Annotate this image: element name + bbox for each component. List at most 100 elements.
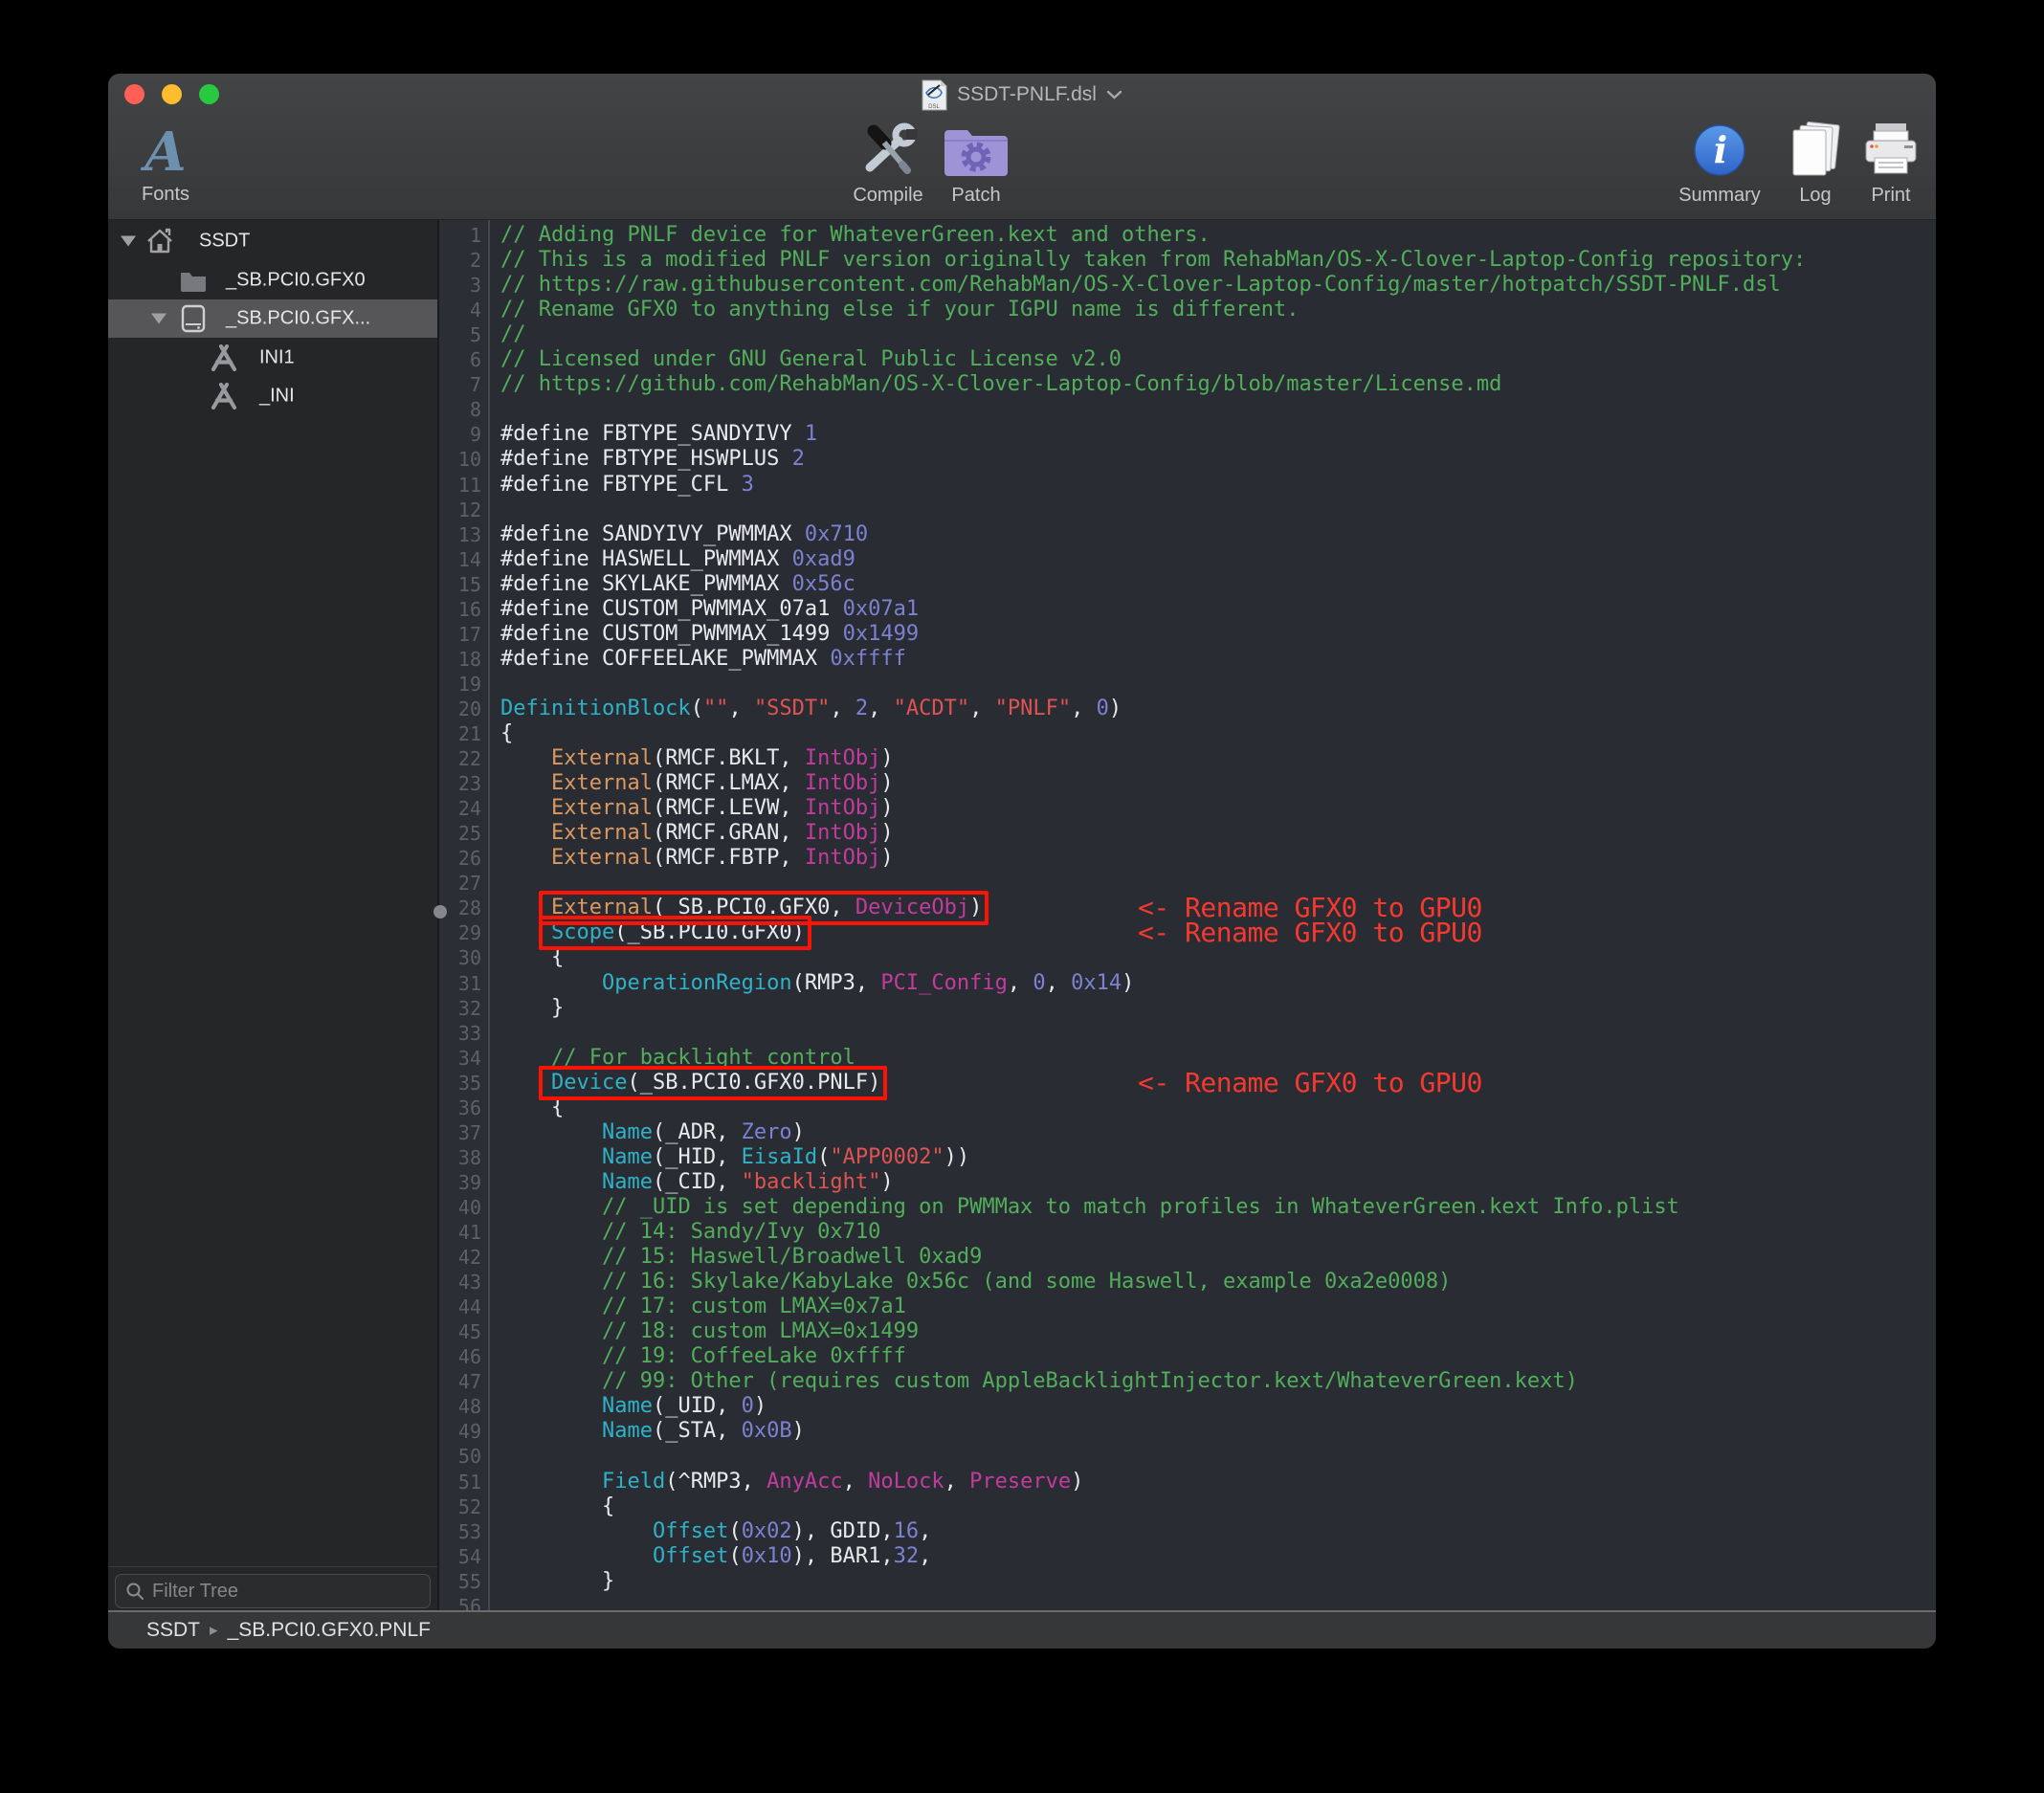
code-line-12[interactable]: 12	[439, 498, 1936, 523]
code-line-1[interactable]: 1// Adding PNLF device for WhateverGreen…	[439, 223, 1936, 249]
compile-label: Compile	[853, 185, 922, 207]
code-line-15[interactable]: 15#define SKYLAKE_PWMMAX 0x56c	[439, 572, 1936, 598]
sidebar-item--sb-pci0-gfx0[interactable]: _SB.PCI0.GFX0	[108, 261, 437, 299]
sidebar-item--sb-pci0-gfx-[interactable]: _SB.PCI0.GFX...	[108, 299, 437, 338]
fonts-button[interactable]: A Fonts	[127, 124, 204, 206]
code-line-53[interactable]: 53 Offset(0x02), GDID,16,	[439, 1519, 1936, 1545]
code-text: // 17: custom LMAX=0x7a1	[500, 1295, 906, 1319]
code-line-49[interactable]: 49 Name(_STA, 0x0B)	[439, 1419, 1936, 1445]
rename-annotation-line-35: <- Rename GFX0 to GPU0	[1138, 1070, 1482, 1096]
code-line-48[interactable]: 48 Name(_UID, 0)	[439, 1394, 1936, 1420]
code-line-55[interactable]: 55 }	[439, 1569, 1936, 1595]
code-text: #define FBTYPE_HSWPLUS 2	[500, 447, 805, 472]
code-line-6[interactable]: 6// Licensed under GNU General Public Li…	[439, 347, 1936, 373]
code-line-20[interactable]: 20DefinitionBlock("", "SSDT", 2, "ACDT",…	[439, 697, 1936, 722]
code-line-31[interactable]: 31 OperationRegion(RMP3, PCI_Config, 0, …	[439, 971, 1936, 997]
code-editor[interactable]: 1// Adding PNLF device for WhateverGreen…	[439, 220, 1936, 1610]
code-line-13[interactable]: 13#define SANDYIVY_PWMMAX 0x710	[439, 522, 1936, 548]
code-text: #define FBTYPE_CFL 3	[500, 473, 754, 498]
code-line-51[interactable]: 51 Field(^RMP3, AnyAcc, NoLock, Preserve…	[439, 1470, 1936, 1495]
code-line-45[interactable]: 45 // 18: custom LMAX=0x1499	[439, 1319, 1936, 1345]
tree-item-label: _SB.PCI0.GFX...	[226, 308, 370, 330]
window-title: SSDT-PNLF.dsl	[957, 83, 1097, 106]
line-number: 2	[439, 248, 481, 273]
code-line-23[interactable]: 23 External(RMCF.LMAX, IntObj)	[439, 771, 1936, 797]
code-line-33[interactable]: 33	[439, 1021, 1936, 1047]
filter-tree-input[interactable]: Filter Tree	[115, 1574, 431, 1608]
line-number: 45	[439, 1319, 481, 1344]
line-number: 26	[439, 846, 481, 871]
code-text: #define SKYLAKE_PWMMAX 0x56c	[500, 572, 855, 597]
breadcrumb-root[interactable]: SSDT	[146, 1619, 200, 1642]
log-label: Log	[1799, 185, 1831, 207]
code-text: OperationRegion(RMP3, PCI_Config, 0, 0x1…	[500, 971, 1134, 996]
sidebar-item-ini1[interactable]: INI1	[108, 339, 437, 377]
summary-button[interactable]: i Summary	[1672, 120, 1767, 207]
code-line-14[interactable]: 14#define HASWELL_PWMMAX 0xad9	[439, 547, 1936, 573]
line-number: 53	[439, 1519, 481, 1544]
code-line-2[interactable]: 2// This is a modified PNLF version orig…	[439, 248, 1936, 274]
code-line-54[interactable]: 54 Offset(0x10), BAR1,32,	[439, 1544, 1936, 1570]
code-line-21[interactable]: 21{	[439, 721, 1936, 747]
line-number: 43	[439, 1270, 481, 1295]
code-line-8[interactable]: 8	[439, 397, 1936, 423]
compile-button[interactable]: Compile	[850, 120, 926, 207]
line-number: 27	[439, 871, 481, 896]
code-line-32[interactable]: 32 }	[439, 996, 1936, 1022]
code-line-44[interactable]: 44 // 17: custom LMAX=0x7a1	[439, 1295, 1936, 1320]
disclosure-triangle-icon[interactable]	[121, 236, 136, 247]
code-line-52[interactable]: 52 {	[439, 1494, 1936, 1520]
code-line-10[interactable]: 10#define FBTYPE_HSWPLUS 2	[439, 447, 1936, 473]
code-line-37[interactable]: 37 Name(_ADR, Zero)	[439, 1120, 1936, 1146]
line-number: 9	[439, 422, 481, 447]
code-line-7[interactable]: 7// https://github.com/RehabMan/OS-X-Clo…	[439, 372, 1936, 398]
code-line-41[interactable]: 41 // 14: Sandy/Ivy 0x710	[439, 1220, 1936, 1246]
code-line-19[interactable]: 19	[439, 672, 1936, 697]
code-line-42[interactable]: 42 // 15: Haswell/Broadwell 0xad9	[439, 1245, 1936, 1271]
code-line-3[interactable]: 3// https://raw.githubusercontent.com/Re…	[439, 273, 1936, 299]
code-line-9[interactable]: 9 #define FBTYPE_SANDYIVY 1	[439, 422, 1936, 448]
line-number: 12	[439, 498, 481, 522]
code-line-18[interactable]: 18#define COFFEELAKE_PWMMAX 0xffff	[439, 647, 1936, 673]
code-text: External(RMCF.LMAX, IntObj)	[500, 771, 894, 796]
log-button[interactable]: Log	[1777, 120, 1854, 207]
code-line-25[interactable]: 25 External(RMCF.GRAN, IntObj)	[439, 821, 1936, 847]
line-number: 41	[439, 1220, 481, 1245]
content-area: SSDT_SB.PCI0.GFX0 _SB.PCI0.GFX... INI1_INI…	[108, 220, 1936, 1610]
code-text: // https://github.com/RehabMan/OS-X-Clov…	[500, 372, 1501, 397]
patch-button[interactable]: Patch	[938, 120, 1014, 207]
code-line-56[interactable]: 56	[439, 1594, 1936, 1610]
code-line-11[interactable]: 11#define FBTYPE_CFL 3	[439, 473, 1936, 498]
code-line-46[interactable]: 46 // 19: CoffeeLake 0xffff	[439, 1344, 1936, 1370]
code-line-17[interactable]: 17#define CUSTOM_PWMMAX_1499 0x1499	[439, 622, 1936, 648]
code-line-47[interactable]: 47 // 99: Other (requires custom AppleBa…	[439, 1369, 1936, 1395]
code-text: // 14: Sandy/Ivy 0x710	[500, 1220, 880, 1245]
code-line-26[interactable]: 26 External(RMCF.FBTP, IntObj)	[439, 846, 1936, 872]
code-text: // 15: Haswell/Broadwell 0xad9	[500, 1245, 982, 1270]
code-line-24[interactable]: 24 External(RMCF.LEVW, IntObj)	[439, 796, 1936, 822]
code-line-5[interactable]: 5//	[439, 322, 1936, 348]
code-line-22[interactable]: 22 External(RMCF.BKLT, IntObj)	[439, 746, 1936, 772]
breadcrumb-separator-icon: ▸	[210, 1621, 218, 1640]
breadcrumb-leaf[interactable]: _SB.PCI0.GFX0.PNLF	[228, 1619, 431, 1642]
code-line-38[interactable]: 38 Name(_HID, EisaId("APP0002"))	[439, 1145, 1936, 1171]
sidebar-item--ini[interactable]: _INI	[108, 377, 437, 415]
code-line-43[interactable]: 43 // 16: Skylake/KabyLake 0x56c (and so…	[439, 1270, 1936, 1295]
disclosure-triangle-icon[interactable]	[151, 314, 167, 324]
code-line-16[interactable]: 16#define CUSTOM_PWMMAX_07a1 0x07a1	[439, 597, 1936, 623]
code-text: External(RMCF.FBTP, IntObj)	[500, 846, 894, 871]
sidebar-item-ssdt[interactable]: SSDT	[108, 222, 437, 260]
line-number: 31	[439, 971, 481, 996]
code-line-39[interactable]: 39 Name(_CID, "backlight")	[439, 1170, 1936, 1196]
code-text: #define FBTYPE_SANDYIVY 1	[500, 422, 817, 447]
document-proxy-icon[interactable]: DSL	[922, 79, 947, 111]
summary-info-icon: i	[1693, 120, 1746, 181]
line-number: 34	[439, 1046, 481, 1071]
code-line-4[interactable]: 4// Rename GFX0 to anything else if your…	[439, 298, 1936, 323]
chevron-down-icon[interactable]	[1106, 90, 1122, 100]
code-line-50[interactable]: 50	[439, 1444, 1936, 1470]
print-button[interactable]: Print	[1853, 120, 1929, 207]
line-number: 17	[439, 622, 481, 647]
code-line-40[interactable]: 40 // _UID is set depending on PWMMax to…	[439, 1195, 1936, 1221]
line-number: 39	[439, 1170, 481, 1195]
